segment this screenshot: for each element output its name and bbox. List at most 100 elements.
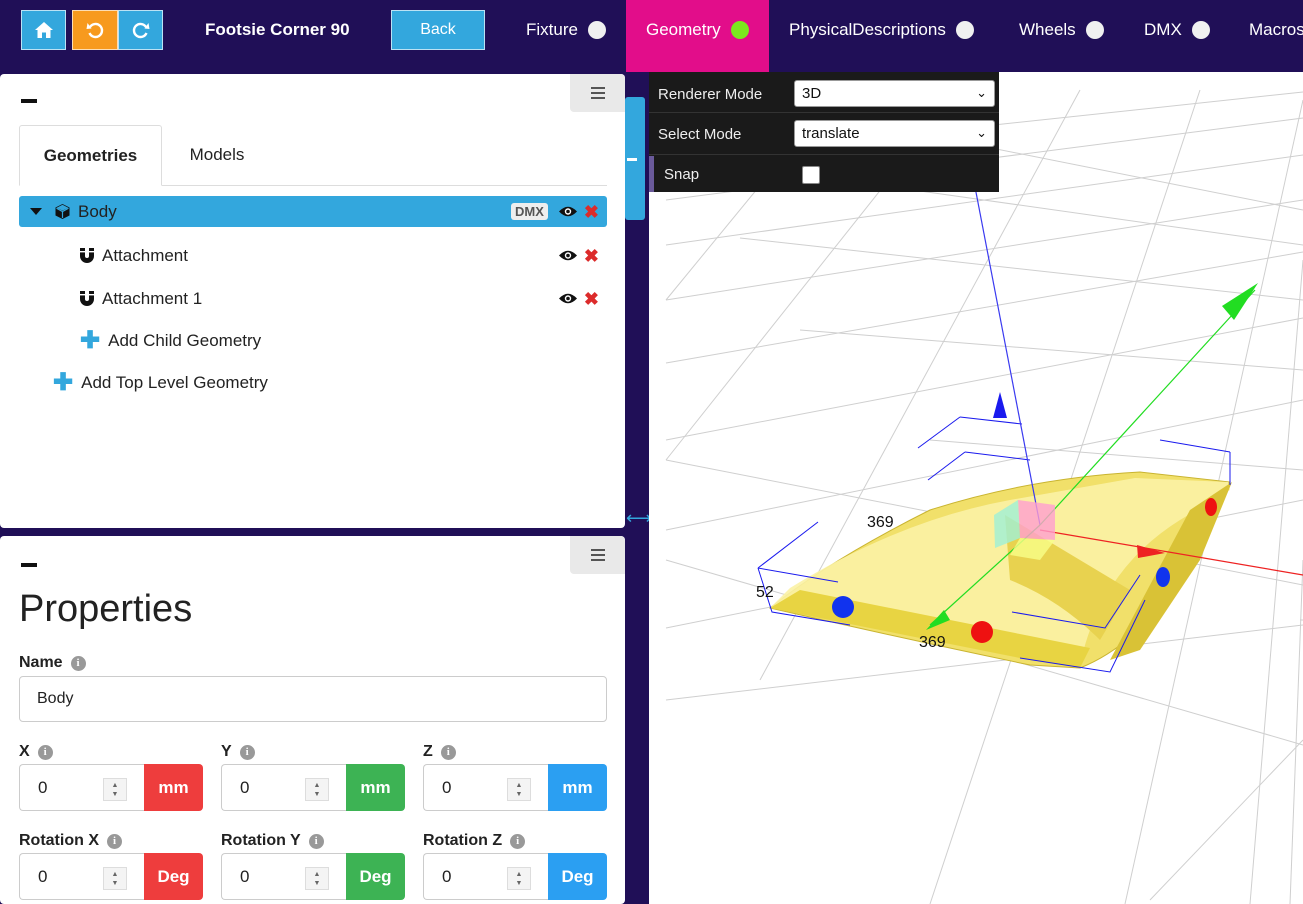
collapse-panel-button[interactable] — [21, 99, 37, 103]
panel-menu-button[interactable] — [570, 536, 625, 574]
dimension-label: 52 — [756, 584, 774, 601]
x-input[interactable]: 0 ▲ ▼ — [19, 764, 144, 811]
delete-icon[interactable]: ✖ — [584, 290, 599, 308]
z-unit-button[interactable]: mm — [548, 764, 607, 811]
tab-label: Fixture — [526, 20, 578, 39]
z-input-group: 0 ▲ ▼ mm — [423, 764, 607, 811]
add-top-level-geometry-link[interactable]: ✚ Add Top Level Geometry — [53, 371, 268, 395]
add-child-geometry-link[interactable]: ✚ Add Child Geometry — [80, 329, 261, 353]
tab-label: PhysicalDescriptions — [789, 20, 946, 39]
rotation-z-input[interactable]: 0 ▲ ▼ — [423, 853, 548, 900]
tab-dmx[interactable]: DMX — [1125, 0, 1230, 72]
y-label: Yi — [221, 743, 255, 761]
add-child-label: Add Child Geometry — [108, 331, 262, 350]
rotation-y-value: 0 — [240, 866, 250, 886]
eye-icon[interactable] — [558, 205, 578, 218]
resize-horizontal-icon[interactable]: ⟷ — [626, 508, 652, 529]
plus-icon: ✚ — [53, 369, 74, 396]
add-top-label: Add Top Level Geometry — [81, 373, 268, 392]
panel-menu-button[interactable] — [570, 74, 625, 112]
spinner-icon[interactable]: ▲ ▼ — [103, 867, 127, 890]
spinner-icon[interactable]: ▲ ▼ — [103, 778, 127, 801]
hamburger-icon — [590, 87, 605, 99]
snap-label: Snap — [664, 165, 700, 183]
x-label: Xi — [19, 743, 53, 761]
rotation-x-label: Rotation X i — [19, 832, 122, 850]
eye-icon[interactable] — [558, 249, 578, 262]
rotation-x-input-group: 0 ▲ ▼ Deg — [19, 853, 203, 900]
minus-icon — [627, 158, 637, 161]
tab-physical-descriptions[interactable]: PhysicalDescriptions — [769, 0, 999, 72]
properties-title: Properties — [19, 588, 193, 630]
row-actions: ✖ — [558, 283, 599, 314]
spinner-icon[interactable]: ▲ ▼ — [305, 778, 329, 801]
info-icon[interactable]: i — [37, 744, 53, 760]
collapse-panel-button[interactable] — [21, 563, 37, 567]
redo-button[interactable] — [118, 10, 163, 50]
rotation-x-input[interactable]: 0 ▲ ▼ — [19, 853, 144, 900]
cube-icon — [55, 204, 70, 219]
row-actions: DMX ✖ — [511, 196, 599, 227]
spinner-icon[interactable]: ▲ ▼ — [507, 778, 531, 801]
top-nav-bar: Footsie Corner 90 Back Fixture Geometry … — [0, 0, 1303, 72]
rotation-y-unit-button[interactable]: Deg — [346, 853, 405, 900]
x-unit-button[interactable]: mm — [144, 764, 203, 811]
renderer-mode-row: Renderer Mode 3D ⌄ — [649, 76, 999, 113]
row-actions: ✖ — [558, 240, 599, 271]
info-icon[interactable]: i — [70, 655, 86, 671]
delete-icon[interactable]: ✖ — [584, 203, 599, 221]
delete-icon[interactable]: ✖ — [584, 247, 599, 265]
snap-checkbox[interactable] — [802, 166, 820, 184]
rotation-z-input-group: 0 ▲ ▼ Deg — [423, 853, 607, 900]
tree-row-attachment[interactable]: Attachment ✖ — [19, 240, 607, 271]
z-label: Zi — [423, 743, 456, 761]
back-button[interactable]: Back — [391, 10, 485, 50]
eye-icon[interactable] — [558, 292, 578, 305]
tab-label: Geometry — [646, 20, 721, 39]
tree-row-body[interactable]: Body DMX ✖ — [19, 196, 607, 227]
3d-viewport[interactable]: 369 52 369 — [649, 72, 1303, 904]
tab-models[interactable]: Models — [162, 125, 272, 185]
select-mode-value: translate — [802, 125, 860, 142]
geometry-tree-panel: Geometries Models Body DMX ✖ Attachment … — [0, 74, 625, 528]
undo-icon — [86, 22, 104, 39]
renderer-mode-select[interactable]: 3D ⌄ — [794, 80, 995, 107]
tab-geometry[interactable]: Geometry — [626, 0, 769, 72]
tab-macros[interactable]: Macros — [1230, 0, 1303, 72]
info-icon[interactable]: i — [239, 744, 255, 760]
x-label-text: X — [19, 743, 30, 760]
select-mode-row: Select Mode translate ⌄ — [649, 114, 999, 155]
undo-button[interactable] — [72, 10, 118, 50]
caret-down-icon[interactable] — [30, 208, 42, 215]
spinner-icon[interactable]: ▲ ▼ — [305, 867, 329, 890]
rotation-z-value: 0 — [442, 866, 452, 886]
spinner-icon[interactable]: ▲ ▼ — [507, 867, 531, 890]
rotation-y-input-group: 0 ▲ ▼ Deg — [221, 853, 405, 900]
renderer-mode-value: 3D — [802, 85, 822, 102]
tab-label: Wheels — [1019, 20, 1076, 39]
y-unit-button[interactable]: mm — [346, 764, 405, 811]
name-input[interactable]: Body — [19, 676, 607, 722]
viewport-scene[interactable]: 369 52 369 — [649, 72, 1303, 904]
select-mode-label: Select Mode — [658, 125, 742, 143]
info-icon[interactable]: i — [440, 744, 456, 760]
y-input[interactable]: 0 ▲ ▼ — [221, 764, 346, 811]
tree-row-label: Attachment — [102, 245, 188, 265]
home-button[interactable] — [21, 10, 66, 50]
tab-geometries[interactable]: Geometries — [19, 125, 162, 186]
status-indicator — [1191, 21, 1210, 39]
z-input[interactable]: 0 ▲ ▼ — [423, 764, 548, 811]
tab-wheels[interactable]: Wheels — [1000, 0, 1125, 72]
tree-row-label: Body — [78, 201, 117, 221]
rotation-z-unit-button[interactable]: Deg — [548, 853, 607, 900]
info-icon[interactable]: i — [510, 833, 526, 849]
select-mode-select[interactable]: translate ⌄ — [794, 120, 995, 147]
info-icon[interactable]: i — [107, 833, 122, 849]
info-icon[interactable]: i — [308, 833, 324, 849]
tree-tabs: Geometries Models — [19, 125, 607, 186]
rotation-y-input[interactable]: 0 ▲ ▼ — [221, 853, 346, 900]
tab-fixture[interactable]: Fixture — [507, 0, 627, 72]
y-input-group: 0 ▲ ▼ mm — [221, 764, 405, 811]
rotation-x-unit-button[interactable]: Deg — [144, 853, 203, 900]
tree-row-attachment-1[interactable]: Attachment 1 ✖ — [19, 283, 607, 314]
